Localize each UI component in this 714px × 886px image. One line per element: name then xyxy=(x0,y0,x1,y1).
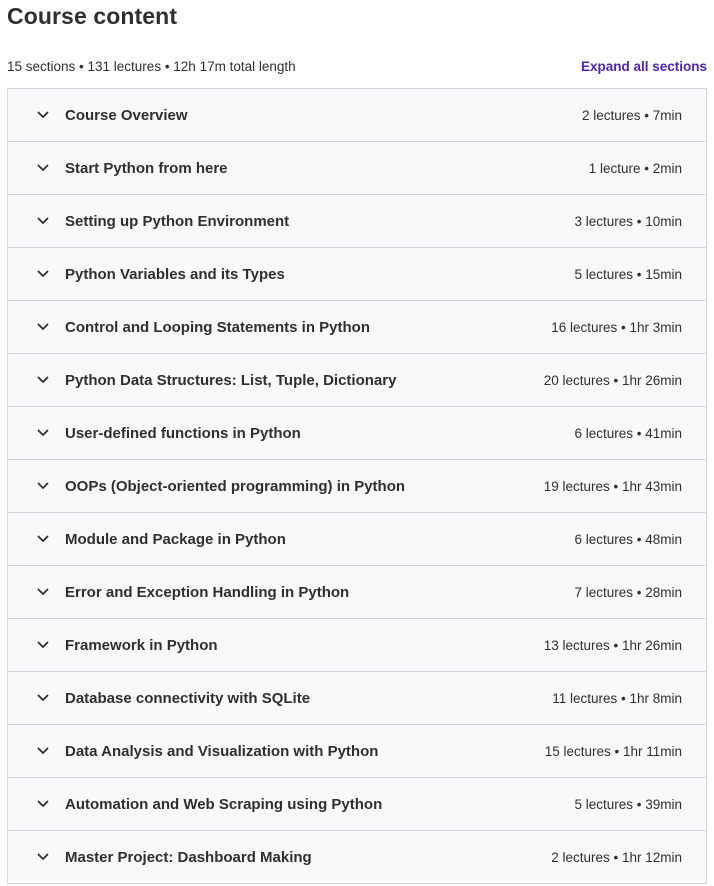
section-list: Course Overview 2 lectures • 7min Start … xyxy=(7,88,707,884)
chevron-down-icon[interactable] xyxy=(36,108,50,122)
section-meta: 7 lectures • 28min xyxy=(574,584,682,600)
section-title: Setting up Python Environment xyxy=(65,212,290,230)
chevron-down-icon[interactable] xyxy=(36,797,50,811)
section-meta: 5 lectures • 15min xyxy=(574,266,682,282)
section-title: User-defined functions in Python xyxy=(65,424,301,442)
section-meta: 6 lectures • 48min xyxy=(574,531,682,547)
section-meta: 2 lectures • 7min xyxy=(581,107,682,123)
chevron-down-icon[interactable] xyxy=(36,585,50,599)
section-title: Start Python from here xyxy=(65,159,228,177)
section-row[interactable]: Module and Package in Python 6 lectures … xyxy=(8,513,706,566)
course-summary: 15 sections • 131 lectures • 12h 17m tot… xyxy=(7,59,296,74)
section-meta: 3 lectures • 10min xyxy=(574,213,682,229)
section-meta: 2 lectures • 1hr 12min xyxy=(551,849,682,865)
chevron-down-icon[interactable] xyxy=(36,850,50,864)
chevron-down-icon[interactable] xyxy=(36,320,50,334)
chevron-down-icon[interactable] xyxy=(36,744,50,758)
section-meta: 13 lectures • 1hr 26min xyxy=(543,637,682,653)
section-meta: 15 lectures • 1hr 11min xyxy=(544,743,682,759)
section-row[interactable]: Control and Looping Statements in Python… xyxy=(8,301,706,354)
chevron-down-icon[interactable] xyxy=(36,479,50,493)
chevron-down-icon[interactable] xyxy=(36,532,50,546)
section-title: Master Project: Dashboard Making xyxy=(65,848,312,866)
chevron-down-icon[interactable] xyxy=(36,691,50,705)
course-summary-row: 15 sections • 131 lectures • 12h 17m tot… xyxy=(7,59,707,74)
section-row[interactable]: Python Data Structures: List, Tuple, Dic… xyxy=(8,354,706,407)
section-title: OOPs (Object-oriented programming) in Py… xyxy=(65,477,406,495)
section-meta: 6 lectures • 41min xyxy=(574,425,682,441)
section-row[interactable]: Python Variables and its Types 5 lecture… xyxy=(8,248,706,301)
chevron-down-icon[interactable] xyxy=(36,161,50,175)
section-meta: 5 lectures • 39min xyxy=(574,796,682,812)
section-row[interactable]: Start Python from here 1 lecture • 2min xyxy=(8,142,706,195)
section-title: Error and Exception Handling in Python xyxy=(65,583,350,601)
section-row[interactable]: Setting up Python Environment 3 lectures… xyxy=(8,195,706,248)
section-title: Control and Looping Statements in Python xyxy=(65,318,370,336)
section-title: Module and Package in Python xyxy=(65,530,286,548)
chevron-down-icon[interactable] xyxy=(36,214,50,228)
section-meta: 16 lectures • 1hr 3min xyxy=(551,319,682,335)
section-meta: 20 lectures • 1hr 26min xyxy=(543,372,682,388)
chevron-down-icon[interactable] xyxy=(36,267,50,281)
expand-all-sections-button[interactable]: Expand all sections xyxy=(581,59,707,74)
section-row[interactable]: Automation and Web Scraping using Python… xyxy=(8,778,706,831)
section-meta: 11 lectures • 1hr 8min xyxy=(552,690,682,706)
section-row[interactable]: Master Project: Dashboard Making 2 lectu… xyxy=(8,831,706,884)
section-title: Automation and Web Scraping using Python xyxy=(65,795,383,813)
page-title: Course content xyxy=(7,3,178,29)
section-title: Framework in Python xyxy=(65,636,218,654)
section-row[interactable]: Error and Exception Handling in Python 7… xyxy=(8,566,706,619)
section-title: Data Analysis and Visualization with Pyt… xyxy=(65,742,379,760)
section-title: Python Variables and its Types xyxy=(65,265,285,283)
section-row[interactable]: User-defined functions in Python 6 lectu… xyxy=(8,407,706,460)
section-title: Database connectivity with SQLite xyxy=(65,689,311,707)
section-row[interactable]: Database connectivity with SQLite 11 lec… xyxy=(8,672,706,725)
section-title: Python Data Structures: List, Tuple, Dic… xyxy=(65,371,397,389)
section-title: Course Overview xyxy=(65,106,188,124)
chevron-down-icon[interactable] xyxy=(36,426,50,440)
chevron-down-icon[interactable] xyxy=(36,638,50,652)
section-meta: 19 lectures • 1hr 43min xyxy=(543,478,682,494)
section-row[interactable]: OOPs (Object-oriented programming) in Py… xyxy=(8,460,706,513)
section-row[interactable]: Course Overview 2 lectures • 7min xyxy=(8,89,706,142)
section-meta: 1 lecture • 2min xyxy=(588,160,682,176)
chevron-down-icon[interactable] xyxy=(36,373,50,387)
section-row[interactable]: Data Analysis and Visualization with Pyt… xyxy=(8,725,706,778)
section-row[interactable]: Framework in Python 13 lectures • 1hr 26… xyxy=(8,619,706,672)
